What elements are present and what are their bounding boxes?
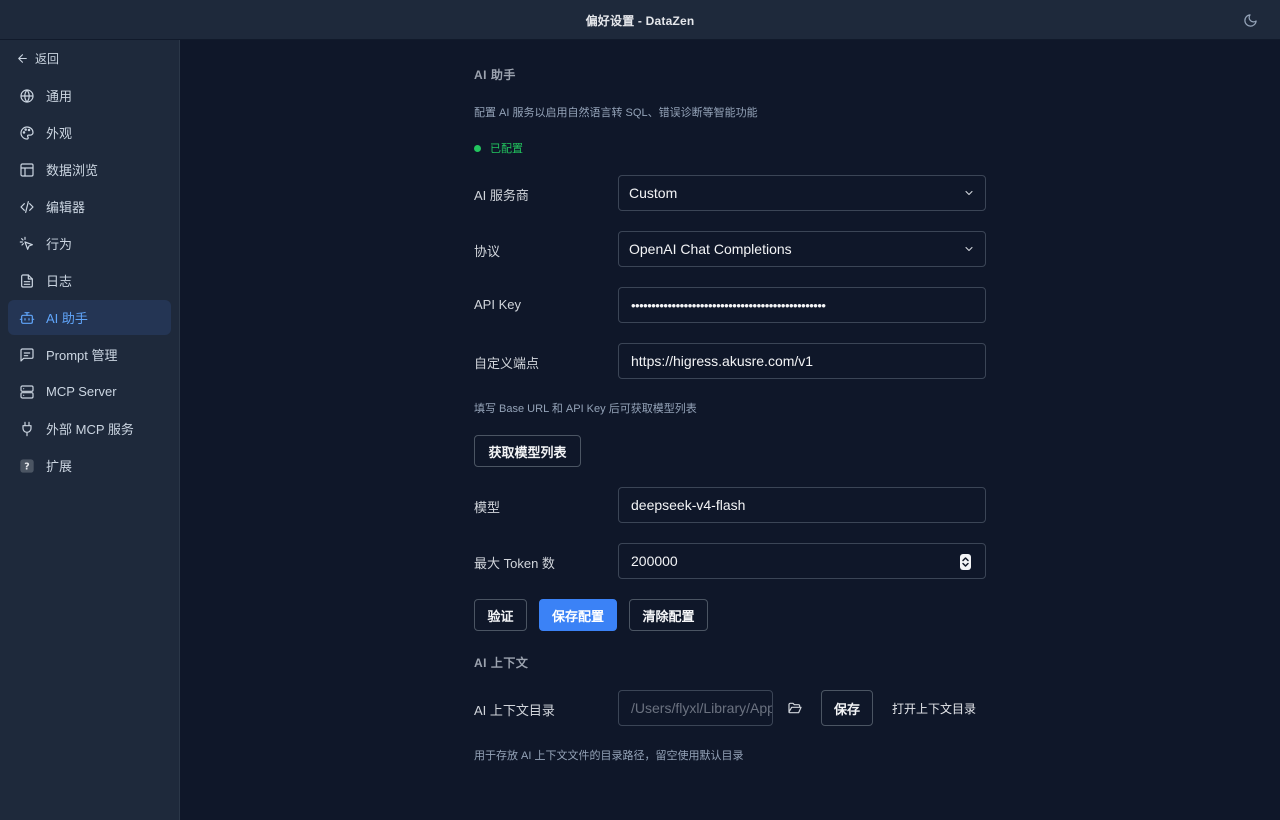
sidebar-item-editor[interactable]: 编辑器 bbox=[8, 189, 171, 224]
sidebar-item-behavior[interactable]: 行为 bbox=[8, 226, 171, 261]
sidebar: 返回 通用 外观 数据浏览 编辑器 行为 日志 AI 助手 Prompt 管理 … bbox=[0, 40, 180, 820]
endpoint-input[interactable]: https://higress.akusre.com/v1 bbox=[618, 343, 986, 379]
arrow-left-icon bbox=[18, 53, 27, 63]
section-description: 配置 AI 服务以启用自然语言转 SQL、错误诊断等智能功能 bbox=[474, 107, 758, 119]
stepper-arrows-icon bbox=[962, 557, 969, 567]
title-bar: 偏好设置 - DataZen bbox=[0, 0, 1280, 40]
model-value: deepseek-v4-flash bbox=[631, 497, 746, 513]
sidebar-item-label: 数据浏览 bbox=[46, 163, 99, 178]
endpoint-value: https://higress.akusre.com/v1 bbox=[631, 353, 814, 369]
chevron-down-icon bbox=[965, 190, 973, 196]
sidebar-item-label: 扩展 bbox=[46, 459, 73, 474]
endpoint-label: 自定义端点 bbox=[474, 356, 540, 371]
sidebar-item-label: 编辑器 bbox=[46, 200, 86, 215]
pointer-icon bbox=[19, 236, 33, 250]
max-tokens-value: 200000 bbox=[631, 553, 678, 569]
status-text: 已配置 bbox=[490, 143, 523, 155]
provider-label: AI 服务商 bbox=[474, 188, 529, 203]
help-icon: ? bbox=[20, 458, 34, 473]
number-stepper[interactable] bbox=[960, 554, 971, 570]
sidebar-item-label: MCP Server bbox=[46, 384, 117, 399]
model-label: 模型 bbox=[474, 500, 501, 515]
sidebar-item-prompt[interactable]: Prompt 管理 bbox=[8, 337, 171, 372]
section-title-ai-assistant: AI 助手 bbox=[474, 68, 516, 82]
model-input[interactable]: deepseek-v4-flash bbox=[618, 487, 986, 523]
context-dir-label: AI 上下文目录 bbox=[474, 703, 555, 718]
sidebar-item-extensions[interactable]: ? 扩展 bbox=[8, 448, 171, 483]
sidebar-item-label: 外观 bbox=[46, 126, 73, 141]
protocol-label: 协议 bbox=[474, 244, 501, 259]
folder-open-icon bbox=[788, 702, 802, 714]
verify-button[interactable]: 验证 bbox=[474, 599, 527, 631]
provider-select[interactable]: Custom bbox=[618, 175, 986, 211]
fetch-models-hint: 填写 Base URL 和 API Key 后可获取模型列表 bbox=[474, 403, 697, 415]
sidebar-item-logs[interactable]: 日志 bbox=[8, 263, 171, 298]
sidebar-item-appearance[interactable]: 外观 bbox=[8, 115, 171, 150]
server-icon bbox=[20, 384, 34, 399]
moon-icon bbox=[1243, 13, 1257, 27]
plug-icon bbox=[22, 421, 32, 436]
save-context-dir-button[interactable]: 保存 bbox=[821, 690, 873, 726]
bot-icon bbox=[19, 311, 35, 324]
sidebar-item-general[interactable]: 通用 bbox=[8, 78, 171, 113]
clear-config-button[interactable]: 清除配置 bbox=[629, 599, 708, 631]
table-icon bbox=[20, 162, 34, 177]
protocol-value: OpenAI Chat Completions bbox=[629, 241, 792, 257]
sidebar-item-label: 行为 bbox=[46, 237, 73, 252]
settings-content: AI 助手 配置 AI 服务以启用自然语言转 SQL、错误诊断等智能功能 已配置… bbox=[181, 40, 1280, 820]
file-icon bbox=[21, 273, 33, 288]
max-tokens-input[interactable]: 200000 bbox=[618, 543, 986, 579]
context-dir-hint: 用于存放 AI 上下文文件的目录路径，留空使用默认目录 bbox=[474, 750, 744, 762]
status-dot bbox=[474, 144, 481, 152]
svg-text:?: ? bbox=[24, 461, 29, 472]
sidebar-item-external-mcp[interactable]: 外部 MCP 服务 bbox=[8, 411, 171, 446]
sidebar-item-label: Prompt 管理 bbox=[46, 348, 118, 363]
window-title: 偏好设置 - DataZen bbox=[585, 14, 695, 28]
sidebar-item-label: AI 助手 bbox=[46, 311, 88, 326]
message-icon bbox=[20, 347, 34, 362]
sidebar-item-mcp-server[interactable]: MCP Server bbox=[8, 374, 171, 409]
max-tokens-label: 最大 Token 数 bbox=[474, 556, 555, 571]
palette-icon bbox=[20, 125, 34, 140]
api-key-input[interactable]: ••••••••••••••••••••••••••••••••••••••••… bbox=[618, 287, 986, 323]
code-icon bbox=[20, 200, 34, 213]
api-key-label: API Key bbox=[474, 297, 521, 312]
context-dir-input[interactable]: /Users/flyxl/Library/Application Support… bbox=[618, 690, 773, 726]
back-label: 返回 bbox=[35, 51, 60, 66]
save-config-button[interactable]: 保存配置 bbox=[539, 599, 617, 631]
chevron-down-icon bbox=[965, 246, 973, 252]
globe-icon bbox=[20, 88, 34, 103]
api-key-value: ••••••••••••••••••••••••••••••••••••••••… bbox=[631, 297, 826, 313]
provider-value: Custom bbox=[629, 185, 678, 201]
protocol-select[interactable]: OpenAI Chat Completions bbox=[618, 231, 986, 267]
sidebar-item-label: 外部 MCP 服务 bbox=[46, 422, 134, 437]
sidebar-item-ai-assistant[interactable]: AI 助手 bbox=[8, 300, 171, 335]
sidebar-item-label: 通用 bbox=[46, 89, 73, 104]
sidebar-item-data-browse[interactable]: 数据浏览 bbox=[8, 152, 171, 187]
open-context-dir-button[interactable]: 打开上下文目录 bbox=[886, 692, 982, 724]
browse-folder-button[interactable] bbox=[785, 698, 805, 718]
section-title-ai-context: AI 上下文 bbox=[474, 656, 529, 670]
sidebar-item-label: 日志 bbox=[46, 274, 73, 289]
context-dir-placeholder: /Users/flyxl/Library/Application Support… bbox=[631, 700, 773, 716]
back-button[interactable]: 返回 bbox=[16, 48, 59, 68]
theme-toggle-button[interactable] bbox=[1240, 10, 1260, 30]
status-badge: 已配置 bbox=[474, 140, 523, 156]
fetch-models-button[interactable]: 获取模型列表 bbox=[474, 435, 581, 467]
